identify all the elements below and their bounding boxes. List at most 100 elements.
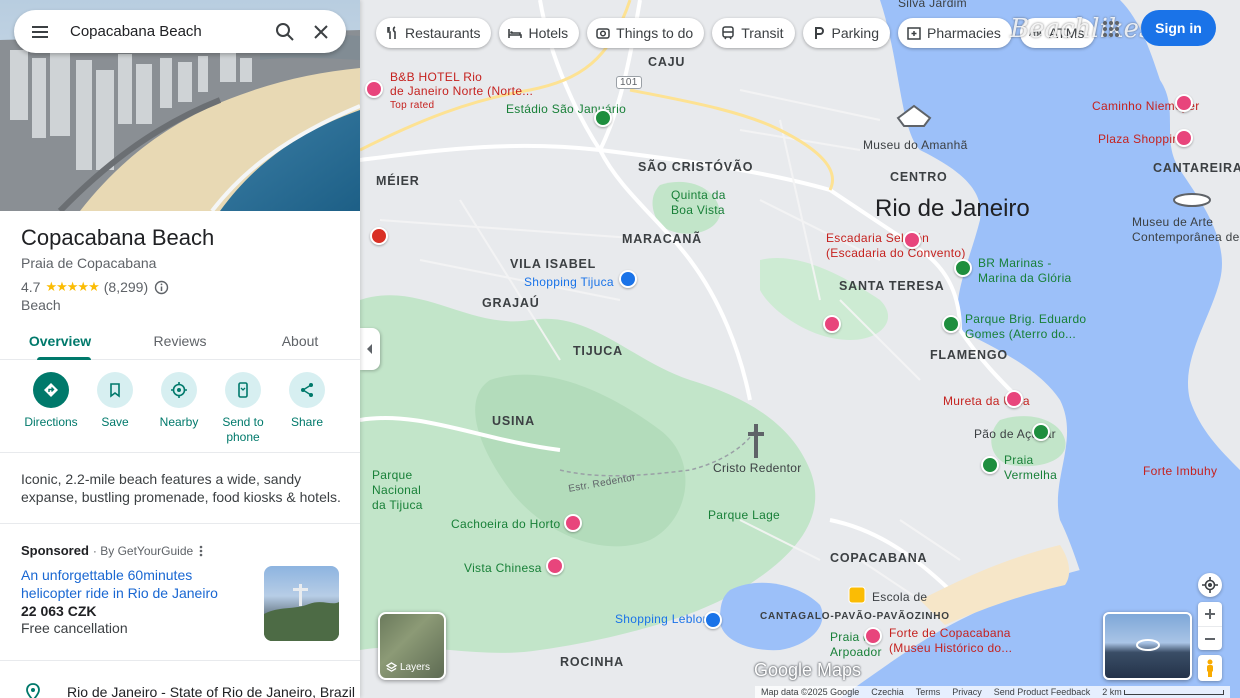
search-box[interactable]: Copacabana Beach <box>14 10 346 53</box>
layers-button[interactable]: Layers <box>378 612 446 680</box>
ad-title-link[interactable]: An unforgettable 60minutes helicopter ri… <box>21 566 241 602</box>
leblon-pin-icon[interactable] <box>704 611 722 629</box>
ad-thumbnail[interactable] <box>264 566 339 641</box>
aterro-pin-icon[interactable] <box>942 315 960 333</box>
chip-parking[interactable]: Parking <box>802 18 890 48</box>
caminho-pin-icon[interactable] <box>1175 94 1193 112</box>
my-location-button[interactable] <box>1198 573 1222 597</box>
pao-acucar-pin-icon[interactable] <box>1032 423 1050 441</box>
map-label-museu-amanha[interactable]: Museu do Amanhã <box>863 138 968 152</box>
cachoeira-pin-icon[interactable] <box>564 514 582 532</box>
search-input[interactable]: Copacabana Beach <box>70 23 274 40</box>
zoom-in-button[interactable] <box>1205 602 1215 626</box>
sponsor-name: · By GetYourGuide <box>92 543 194 558</box>
chip-hotels[interactable]: Hotels <box>499 18 580 48</box>
shopping-pin-icon[interactable] <box>619 270 637 288</box>
map-label-forte-line1: Forte de Copacabana <box>889 626 1011 640</box>
map-label-vista-chinesa[interactable]: Vista Chinesa <box>464 561 542 575</box>
map-label-shopping-leblon[interactable]: Shopping Leblon <box>615 612 710 626</box>
map-canvas[interactable]: B&B HOTEL Rio de Janeiro Norte (Norte... … <box>360 0 1240 698</box>
apps-grid-icon[interactable] <box>1102 20 1120 38</box>
review-count[interactable]: (8,299) <box>104 279 148 295</box>
search-icon[interactable] <box>274 21 296 43</box>
chevron-left-icon <box>367 344 372 354</box>
forte-pin-icon[interactable] <box>864 627 882 645</box>
more-vert-icon[interactable] <box>199 545 203 557</box>
fork-knife-icon <box>387 26 396 39</box>
place-category[interactable]: Beach <box>21 297 61 313</box>
place-subtitle: Praia de Copacabana <box>21 255 157 271</box>
map-label-city: Rio de Janeiro <box>875 195 1030 222</box>
map-label-forte-imbuhy[interactable]: Forte Imbuhy <box>1143 464 1217 478</box>
chip-restaurants[interactable]: Restaurants <box>376 18 492 48</box>
nearby-button[interactable]: Nearby <box>147 372 211 452</box>
feedback-link[interactable]: Send Product Feedback <box>988 686 1097 698</box>
google-maps-logo: Google Maps <box>754 660 862 680</box>
stadium-pin-icon[interactable] <box>594 109 612 127</box>
map-label-plaza[interactable]: Plaza Shopping <box>1098 132 1186 146</box>
street-view-preview[interactable] <box>1103 612 1192 680</box>
tab-reviews[interactable]: Reviews <box>120 325 240 359</box>
map-label-escola[interactable]: Escola de <box>872 590 927 604</box>
marina-pin-icon[interactable] <box>954 259 972 277</box>
map-label-aterro[interactable]: Parque Brig. Eduardo Gomes (Aterro do... <box>965 312 1086 342</box>
address-row[interactable]: Rio de Janeiro - State of Rio de Janeiro… <box>21 682 355 698</box>
map-label-mac[interactable]: Museu de Arte Contemporânea de... <box>1132 215 1240 245</box>
map-label-praia-vermelha[interactable]: Praia Vermelha <box>1004 453 1057 483</box>
hamburger-menu-icon[interactable] <box>28 20 52 44</box>
tab-about[interactable]: About <box>240 325 360 359</box>
sign-in-button[interactable]: Sign in <box>1141 10 1216 46</box>
map-label-br-marinas[interactable]: BR Marinas - Marina da Glória <box>978 256 1072 286</box>
escadaria-pin-icon[interactable] <box>903 231 921 249</box>
map-label-parque-nacional[interactable]: Parque Nacional da Tijuca <box>372 468 423 513</box>
phone-icon <box>238 382 248 398</box>
info-icon[interactable] <box>154 280 169 295</box>
map-label-br-marinas-line2: Marina da Glória <box>978 271 1072 285</box>
save-label: Save <box>101 415 129 429</box>
collapse-panel-button[interactable] <box>360 328 380 370</box>
category-chips: Restaurants Hotels Things to do Transit … <box>376 18 1096 48</box>
parking-icon <box>814 27 824 39</box>
plaza-pin-icon[interactable] <box>1175 129 1193 147</box>
map-label-cristo[interactable]: Cristo Redentor <box>713 461 802 475</box>
map-label-parque-lage[interactable]: Parque Lage <box>708 508 780 522</box>
place-hero-photo[interactable]: Copacabana Beach <box>0 0 360 211</box>
zoom-out-button[interactable] <box>1198 626 1222 650</box>
chip-label: Transit <box>741 25 784 41</box>
pegman-button[interactable] <box>1198 655 1222 681</box>
terms-link[interactable]: Terms <box>910 686 947 698</box>
chip-transit[interactable]: Transit <box>712 18 795 48</box>
tab-overview[interactable]: Overview <box>0 325 120 360</box>
hotel-pin-icon[interactable] <box>365 80 383 98</box>
map-label-cantareira: CANTAREIRA <box>1153 161 1240 175</box>
bed-icon <box>508 29 523 38</box>
hospital-pin-icon[interactable] <box>370 227 388 245</box>
vista-chinesa-pin-icon[interactable] <box>546 557 564 575</box>
praia-vermelha-pin-icon[interactable] <box>981 456 999 474</box>
rating-value: 4.7 <box>21 279 41 295</box>
save-circle <box>97 372 133 408</box>
map-label-shopping-tijuca[interactable]: Shopping Tijuca <box>524 275 614 289</box>
santa-teresa-pin-icon[interactable] <box>823 315 841 333</box>
directions-button[interactable]: Directions <box>19 372 83 452</box>
chip-things-to-do[interactable]: Things to do <box>587 18 705 48</box>
map-label-hotel[interactable]: B&B HOTEL Rio de Janeiro Norte (Norte... <box>390 70 533 98</box>
privacy-link[interactable]: Privacy <box>946 686 988 698</box>
divider <box>0 660 360 661</box>
map-label-top-rated: Top rated <box>390 100 435 111</box>
scale-bar[interactable]: 2 km <box>1096 686 1230 698</box>
map-label-centro: CENTRO <box>890 170 948 184</box>
close-icon[interactable] <box>310 21 332 43</box>
map-label-quinta[interactable]: Quinta da Boa Vista <box>671 188 726 218</box>
save-button[interactable]: Save <box>83 372 147 452</box>
map-label-cachoeira[interactable]: Cachoeira do Horto <box>451 517 560 531</box>
map-label-escadaria[interactable]: Escadaria Selarón (Escadaria do Convento) <box>826 231 966 261</box>
send-to-phone-button[interactable]: Send to phone <box>211 372 275 452</box>
map-label-forte[interactable]: Forte de Copacabana (Museu Histórico do..… <box>889 626 1012 656</box>
country-link[interactable]: Czechia <box>865 686 910 698</box>
share-button[interactable]: Share <box>275 372 339 452</box>
mureta-pin-icon[interactable] <box>1005 390 1023 408</box>
chip-pharmacies[interactable]: Pharmacies <box>897 18 1012 48</box>
map-label-usina: USINA <box>492 414 535 428</box>
layers-icon <box>386 662 397 672</box>
